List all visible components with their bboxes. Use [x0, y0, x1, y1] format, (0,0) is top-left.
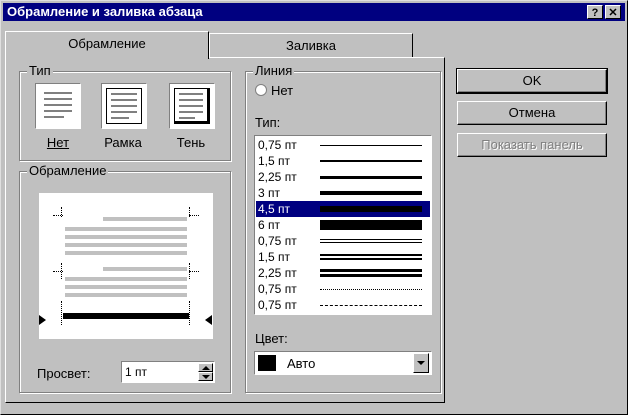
line-type-label: Тип:: [255, 115, 281, 130]
line-style-label: 2,25 пт: [258, 266, 297, 280]
line-style-label: 2,25 пт: [258, 170, 297, 184]
border-group-label: Обрамление: [27, 163, 109, 178]
spacing-label: Просвет:: [37, 366, 91, 381]
spacing-spinner[interactable]: 1 пт: [121, 361, 215, 383]
type-shadow-icon: [174, 88, 210, 124]
type-group-label: Тип: [27, 63, 53, 78]
line-style-sample: [320, 176, 422, 179]
spin-down-button[interactable]: [198, 372, 213, 381]
dialog-window: Обрамление и заливка абзаца ? ✕ Обрамлен…: [0, 0, 628, 415]
line-style-option[interactable]: 3 пт: [256, 185, 430, 201]
type-box-label: Рамка: [104, 135, 142, 150]
color-label: Цвет:: [255, 331, 288, 346]
window-title: Обрамление и заливка абзаца: [7, 4, 203, 19]
arrow-down-icon: [202, 375, 210, 379]
line-style-sample: [320, 269, 422, 272]
line-style-sample: [320, 160, 422, 162]
line-style-sample: [320, 239, 422, 240]
bottom-left-arrow-icon: [39, 315, 46, 325]
help-button[interactable]: ?: [587, 5, 603, 19]
type-box-option[interactable]: [101, 83, 147, 129]
type-shadow-label: Тень: [176, 135, 206, 150]
border-preview[interactable]: [39, 193, 213, 339]
color-value: Авто: [287, 356, 316, 371]
tab-border[interactable]: Обрамление: [5, 31, 209, 59]
line-style-sample: [320, 220, 422, 230]
type-shadow-option[interactable]: [169, 83, 215, 129]
line-style-sample: [320, 305, 422, 306]
line-style-list[interactable]: 0,75 пт 1,5 пт 2,25 пт 3 пт 4,5 пт 6 пт 0,75 п…: [254, 135, 432, 315]
preview-bottom-border: [63, 313, 189, 319]
line-style-sample: [320, 145, 422, 146]
line-style-option[interactable]: 2,25 пт: [256, 265, 430, 281]
line-style-sample: [320, 242, 422, 243]
line-style-sample: [320, 274, 422, 277]
line-style-label: 3 пт: [258, 186, 281, 200]
arrow-up-icon: [202, 366, 210, 370]
line-style-sample: [320, 191, 422, 195]
line-style-sample: [320, 289, 422, 290]
line-none-radio[interactable]: [255, 84, 267, 96]
spacing-value: 1 пт: [125, 365, 148, 379]
line-style-label: 1,5 пт: [258, 154, 291, 168]
line-style-label: 4,5 пт: [258, 202, 291, 216]
line-style-option[interactable]: 0,75 пт: [256, 233, 430, 249]
type-box-icon: [106, 88, 142, 124]
line-style-label: 1,5 пт: [258, 250, 291, 264]
type-none-label: Нет: [46, 135, 70, 150]
line-style-sample: [320, 258, 422, 260]
line-style-option[interactable]: 4,5 пт: [256, 201, 430, 217]
line-style-label: 0,75 пт: [258, 234, 297, 248]
line-style-option[interactable]: 2,25 пт: [256, 169, 430, 185]
line-style-sample: [320, 206, 422, 212]
show-toolbar-button[interactable]: Показать панель: [457, 133, 607, 157]
line-style-label: 0,75 пт: [258, 138, 297, 152]
line-style-sample: [320, 254, 422, 256]
line-style-label: 0,75 пт: [258, 298, 297, 312]
line-style-option[interactable]: 0,75 пт: [256, 137, 430, 153]
line-style-option[interactable]: 1,5 пт: [256, 153, 430, 169]
line-style-option[interactable]: 6 пт: [256, 217, 430, 233]
bottom-right-arrow-icon: [205, 315, 212, 325]
type-none-icon: [40, 88, 76, 124]
tab-shading[interactable]: Заливка: [209, 33, 413, 58]
line-style-option[interactable]: 0,75 пт: [256, 281, 430, 297]
line-style-option[interactable]: 1,5 пт: [256, 249, 430, 265]
line-style-label: 6 пт: [258, 218, 281, 232]
ok-button[interactable]: OK: [456, 68, 608, 94]
line-group-label: Линия: [253, 63, 295, 78]
line-none-label: Нет: [271, 83, 294, 98]
spin-up-button[interactable]: [198, 363, 213, 372]
line-style-option[interactable]: 0,75 пт: [256, 297, 430, 313]
color-swatch: [258, 355, 276, 371]
tab-border-label: Обрамление: [68, 36, 146, 51]
color-dropdown[interactable]: Авто: [254, 351, 432, 375]
color-dropdown-button[interactable]: [413, 353, 429, 373]
cancel-button[interactable]: Отмена: [457, 101, 607, 125]
close-button[interactable]: ✕: [605, 5, 621, 19]
chevron-down-icon: [417, 361, 425, 365]
tab-shading-label: Заливка: [285, 38, 337, 53]
line-style-label: 0,75 пт: [258, 282, 297, 296]
type-none-option[interactable]: [35, 83, 81, 129]
title-bar[interactable]: Обрамление и заливка абзаца ? ✕: [3, 3, 625, 21]
close-icon: ✕: [608, 7, 618, 19]
